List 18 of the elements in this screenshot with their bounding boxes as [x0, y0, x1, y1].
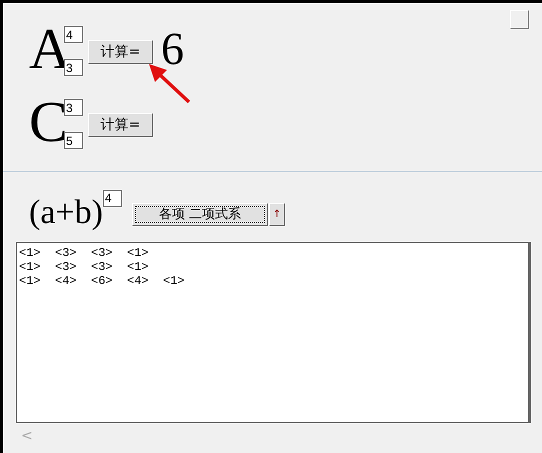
output-line: <1> <3> <3> <1> [19, 246, 150, 260]
binomial-expression: (a+b) [29, 194, 103, 232]
output-text-area[interactable]: <1> <3> <3> <1> <1> <3> <3> <1> <1> <4> <6> <4> <1> [16, 242, 531, 423]
symbol-letter: A [29, 24, 64, 74]
symbol-letter: C [29, 97, 64, 147]
output-line: <1> <4> <6> <4> <1> [19, 274, 186, 288]
up-button[interactable]: ↑ [268, 202, 285, 226]
input-field[interactable]: 3 [64, 59, 83, 76]
input-field[interactable]: 5 [64, 132, 83, 149]
input-field[interactable]: 4 [64, 26, 83, 43]
window-button[interactable] [510, 10, 529, 29]
coefficients-button[interactable]: 各项 二项式系 [132, 202, 268, 226]
output-line: <1> <3> <3> <1> [19, 260, 150, 274]
calculate-button[interactable]: 计算= [88, 40, 153, 64]
calculate-button[interactable]: 计算= [88, 113, 153, 137]
exponent-field[interactable]: 4 [102, 190, 122, 206]
result-value: 6 [161, 26, 184, 72]
input-field[interactable]: 3 [64, 99, 83, 116]
